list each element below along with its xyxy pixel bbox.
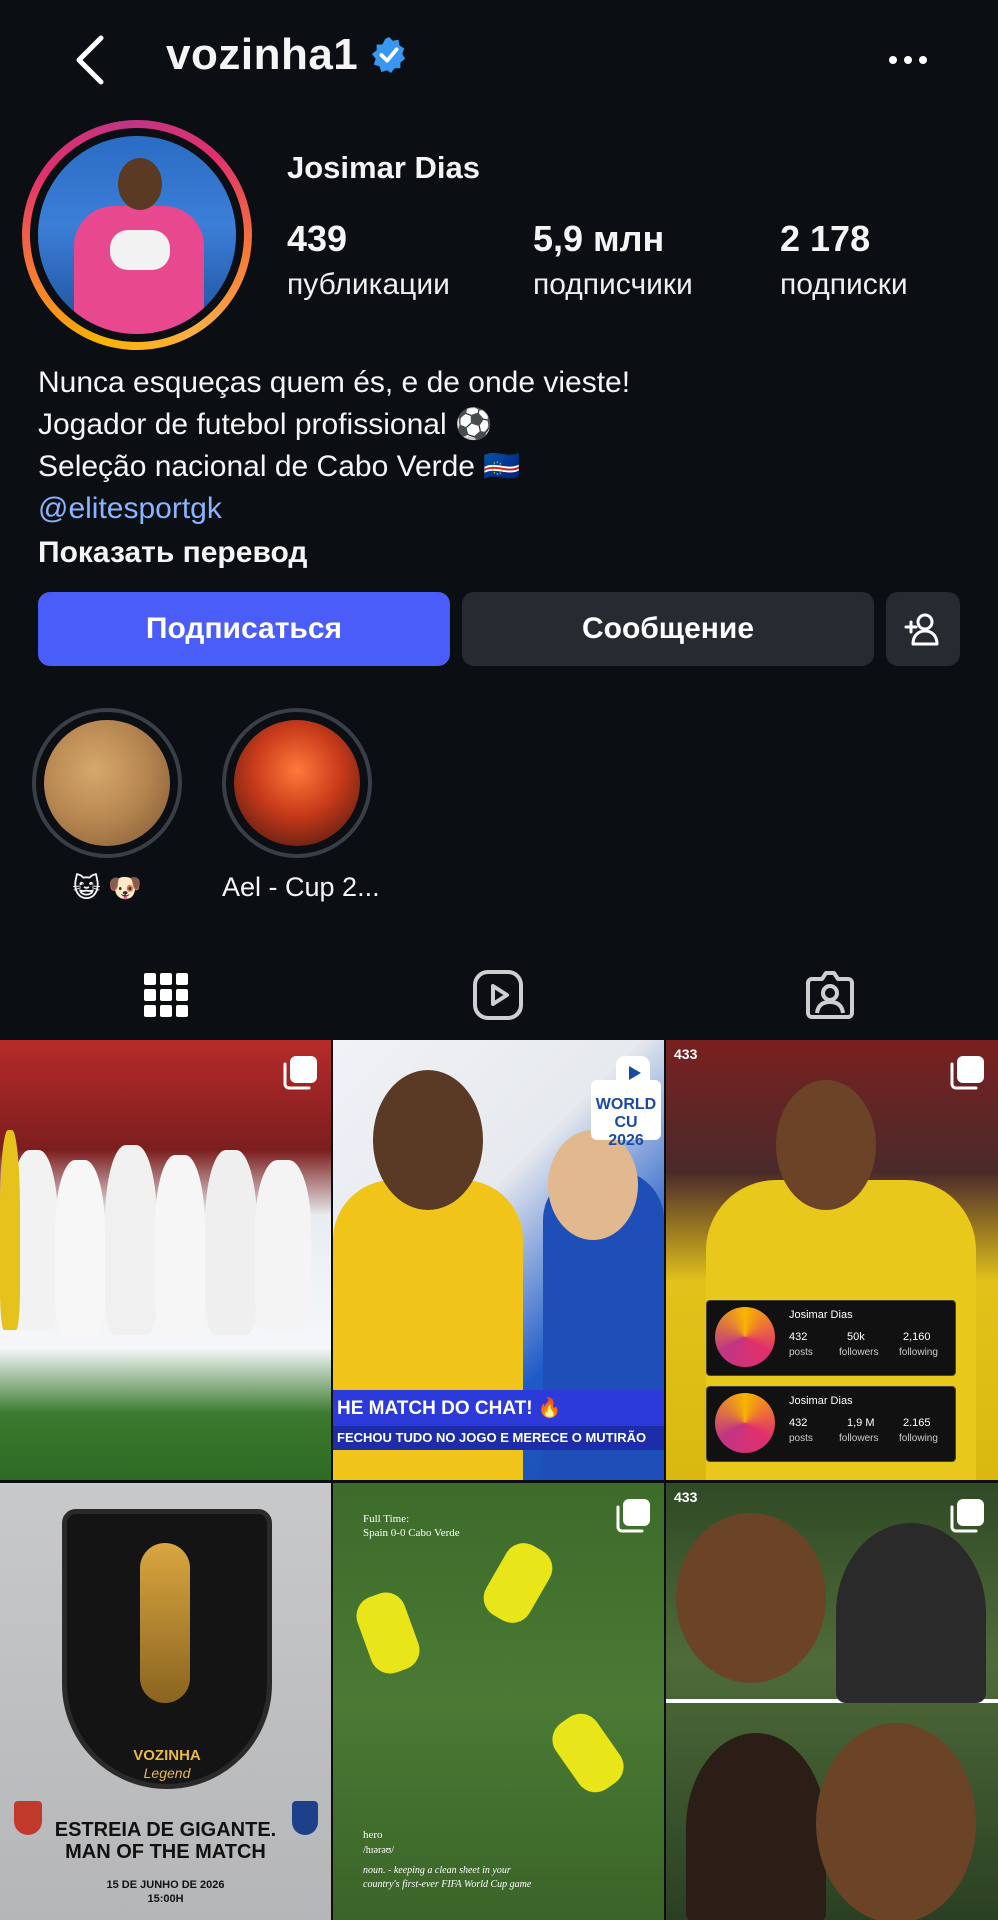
tagged-user-icon: [806, 971, 854, 1019]
post-banner: HE MATCH DO CHAT! 🔥: [333, 1390, 664, 1426]
avatar: [38, 136, 236, 334]
post-thumbnail[interactable]: VOZINHA Legend ESTREIA DE GIGANTE. MAN O…: [0, 1483, 331, 1920]
card-followers: 1,9 M: [847, 1417, 875, 1429]
back-button[interactable]: [62, 28, 118, 92]
poster-time: 15:00H: [147, 1893, 184, 1905]
story-highlight[interactable]: Ael - Cup 2...: [222, 708, 380, 903]
card-posts: 432: [789, 1331, 808, 1343]
profile-avatar-story-ring[interactable]: [22, 120, 252, 350]
card-following: 2,160: [903, 1331, 931, 1343]
bio-line: Seleção nacional de Cabo Verde 🇨🇻: [38, 450, 521, 483]
top-bar: vozinha1: [0, 0, 998, 120]
add-user-icon: [904, 613, 939, 646]
stat-following[interactable]: 2 178 подписки: [780, 218, 908, 302]
tab-reels[interactable]: [423, 950, 573, 1040]
profile-username-header: vozinha1: [166, 30, 408, 80]
verified-badge-icon: [372, 36, 406, 74]
stat-value: 2 178: [780, 218, 871, 259]
more-horizontal-icon: [889, 56, 927, 64]
badge-text: 2026: [608, 1132, 644, 1149]
profile-tabs: [0, 950, 998, 1044]
card-label: followers: [839, 1347, 879, 1358]
message-button[interactable]: Сообщение: [462, 592, 874, 666]
bio-line: Nunca esqueças quem és, e de onde vieste…: [38, 366, 631, 399]
post-thumbnail[interactable]: 433: [666, 1483, 998, 1920]
post-banner-sub: FECHOU TUDO NO JOGO E MERECE O MUTIRÃO: [333, 1426, 664, 1450]
poster-headline: MAN OF THE MATCH: [65, 1841, 266, 1863]
tab-tagged[interactable]: [755, 950, 905, 1040]
poster-headline: ESTREIA DE GIGANTE.: [54, 1819, 277, 1841]
post-thumbnail[interactable]: WORLD CU 2026 HE MATCH DO CHAT! 🔥 FECHOU…: [333, 1040, 664, 1480]
card-label: followers: [839, 1433, 879, 1444]
show-translation-link[interactable]: Показать перевод: [38, 532, 630, 574]
follow-button[interactable]: Подписаться: [38, 592, 450, 666]
definition-text: country's first-ever FIFA World Cup game: [363, 1879, 532, 1890]
suggest-users-button[interactable]: [886, 592, 960, 666]
post-caption: Spain 0-0 Cabo Verde: [363, 1527, 460, 1539]
legend-sub: Legend: [143, 1765, 191, 1781]
watermark: 433: [674, 1046, 698, 1062]
highlight-label: 😺 🐶: [72, 873, 142, 903]
card-label: following: [899, 1433, 938, 1444]
post-caption: Full Time:: [363, 1513, 410, 1525]
reels-icon: [473, 970, 523, 1020]
story-highlight[interactable]: 😺 🐶: [32, 708, 182, 904]
stat-label: подписчики: [533, 268, 693, 301]
stat-label: подписки: [780, 268, 908, 301]
bio-line: Jogador de futebol profissional ⚽: [38, 408, 493, 441]
poster-date: 15 DE JUNHO DE 2026: [106, 1879, 225, 1891]
highlight-label: Ael - Cup 2...: [222, 872, 380, 902]
tab-posts-grid[interactable]: [91, 950, 241, 1040]
stat-posts[interactable]: 439 публикации: [287, 218, 450, 302]
follower-card: Josimar Dias 432 posts 1,9 M followers 2…: [706, 1386, 956, 1462]
username: vozinha1: [166, 30, 359, 79]
card-label: posts: [789, 1347, 813, 1358]
card-label: following: [899, 1347, 938, 1358]
stat-label: публикации: [287, 268, 450, 301]
highlight-cover: [234, 720, 360, 846]
post-thumbnail[interactable]: 433 Josimar Dias 432 posts 50k followers…: [666, 1040, 998, 1480]
carousel-icon: [616, 1499, 650, 1533]
stat-followers[interactable]: 5,9 млн подписчики: [533, 218, 693, 302]
watermark: 433: [674, 1489, 698, 1505]
card-name: Josimar Dias: [789, 1395, 853, 1407]
badge-text: WORLD CU: [595, 1096, 657, 1131]
chevron-left-icon: [76, 35, 104, 85]
more-options-button[interactable]: [878, 36, 938, 84]
definition-word: hero: [363, 1829, 383, 1841]
stat-value: 439: [287, 218, 348, 259]
profile-bio: Nunca esqueças quem és, e de onde vieste…: [38, 362, 630, 574]
spain-crest: [14, 1801, 42, 1835]
card-posts: 432: [789, 1417, 808, 1429]
card-name: Josimar Dias: [789, 1309, 853, 1321]
bio-mention-link[interactable]: @elitesportgk: [38, 488, 630, 530]
grid-icon: [144, 973, 188, 1017]
card-followers: 50k: [847, 1331, 865, 1343]
post-thumbnail[interactable]: [0, 1040, 331, 1480]
follower-card: Josimar Dias 432 posts 50k followers 2,1…: [706, 1300, 956, 1376]
highlight-cover: [44, 720, 170, 846]
stat-value: 5,9 млн: [533, 218, 665, 259]
card-label: posts: [789, 1433, 813, 1444]
legend-name: VOZINHA: [133, 1747, 201, 1764]
posts-grid: WORLD CU 2026 HE MATCH DO CHAT! 🔥 FECHOU…: [0, 1040, 998, 1920]
cabo-verde-crest: [292, 1801, 318, 1835]
display-name: Josimar Dias: [287, 150, 480, 185]
carousel-icon: [950, 1499, 984, 1533]
reel-icon: [616, 1056, 650, 1090]
definition-phonetic: /hɪərəʊ/: [363, 1845, 395, 1856]
card-following: 2.165: [903, 1417, 931, 1429]
carousel-icon: [950, 1056, 984, 1090]
definition-text: noun. - keeping a clean sheet in your: [363, 1865, 511, 1876]
post-thumbnail[interactable]: Full Time: Spain 0-0 Cabo Verde hero /hɪ…: [333, 1483, 664, 1920]
carousel-icon: [283, 1056, 317, 1090]
